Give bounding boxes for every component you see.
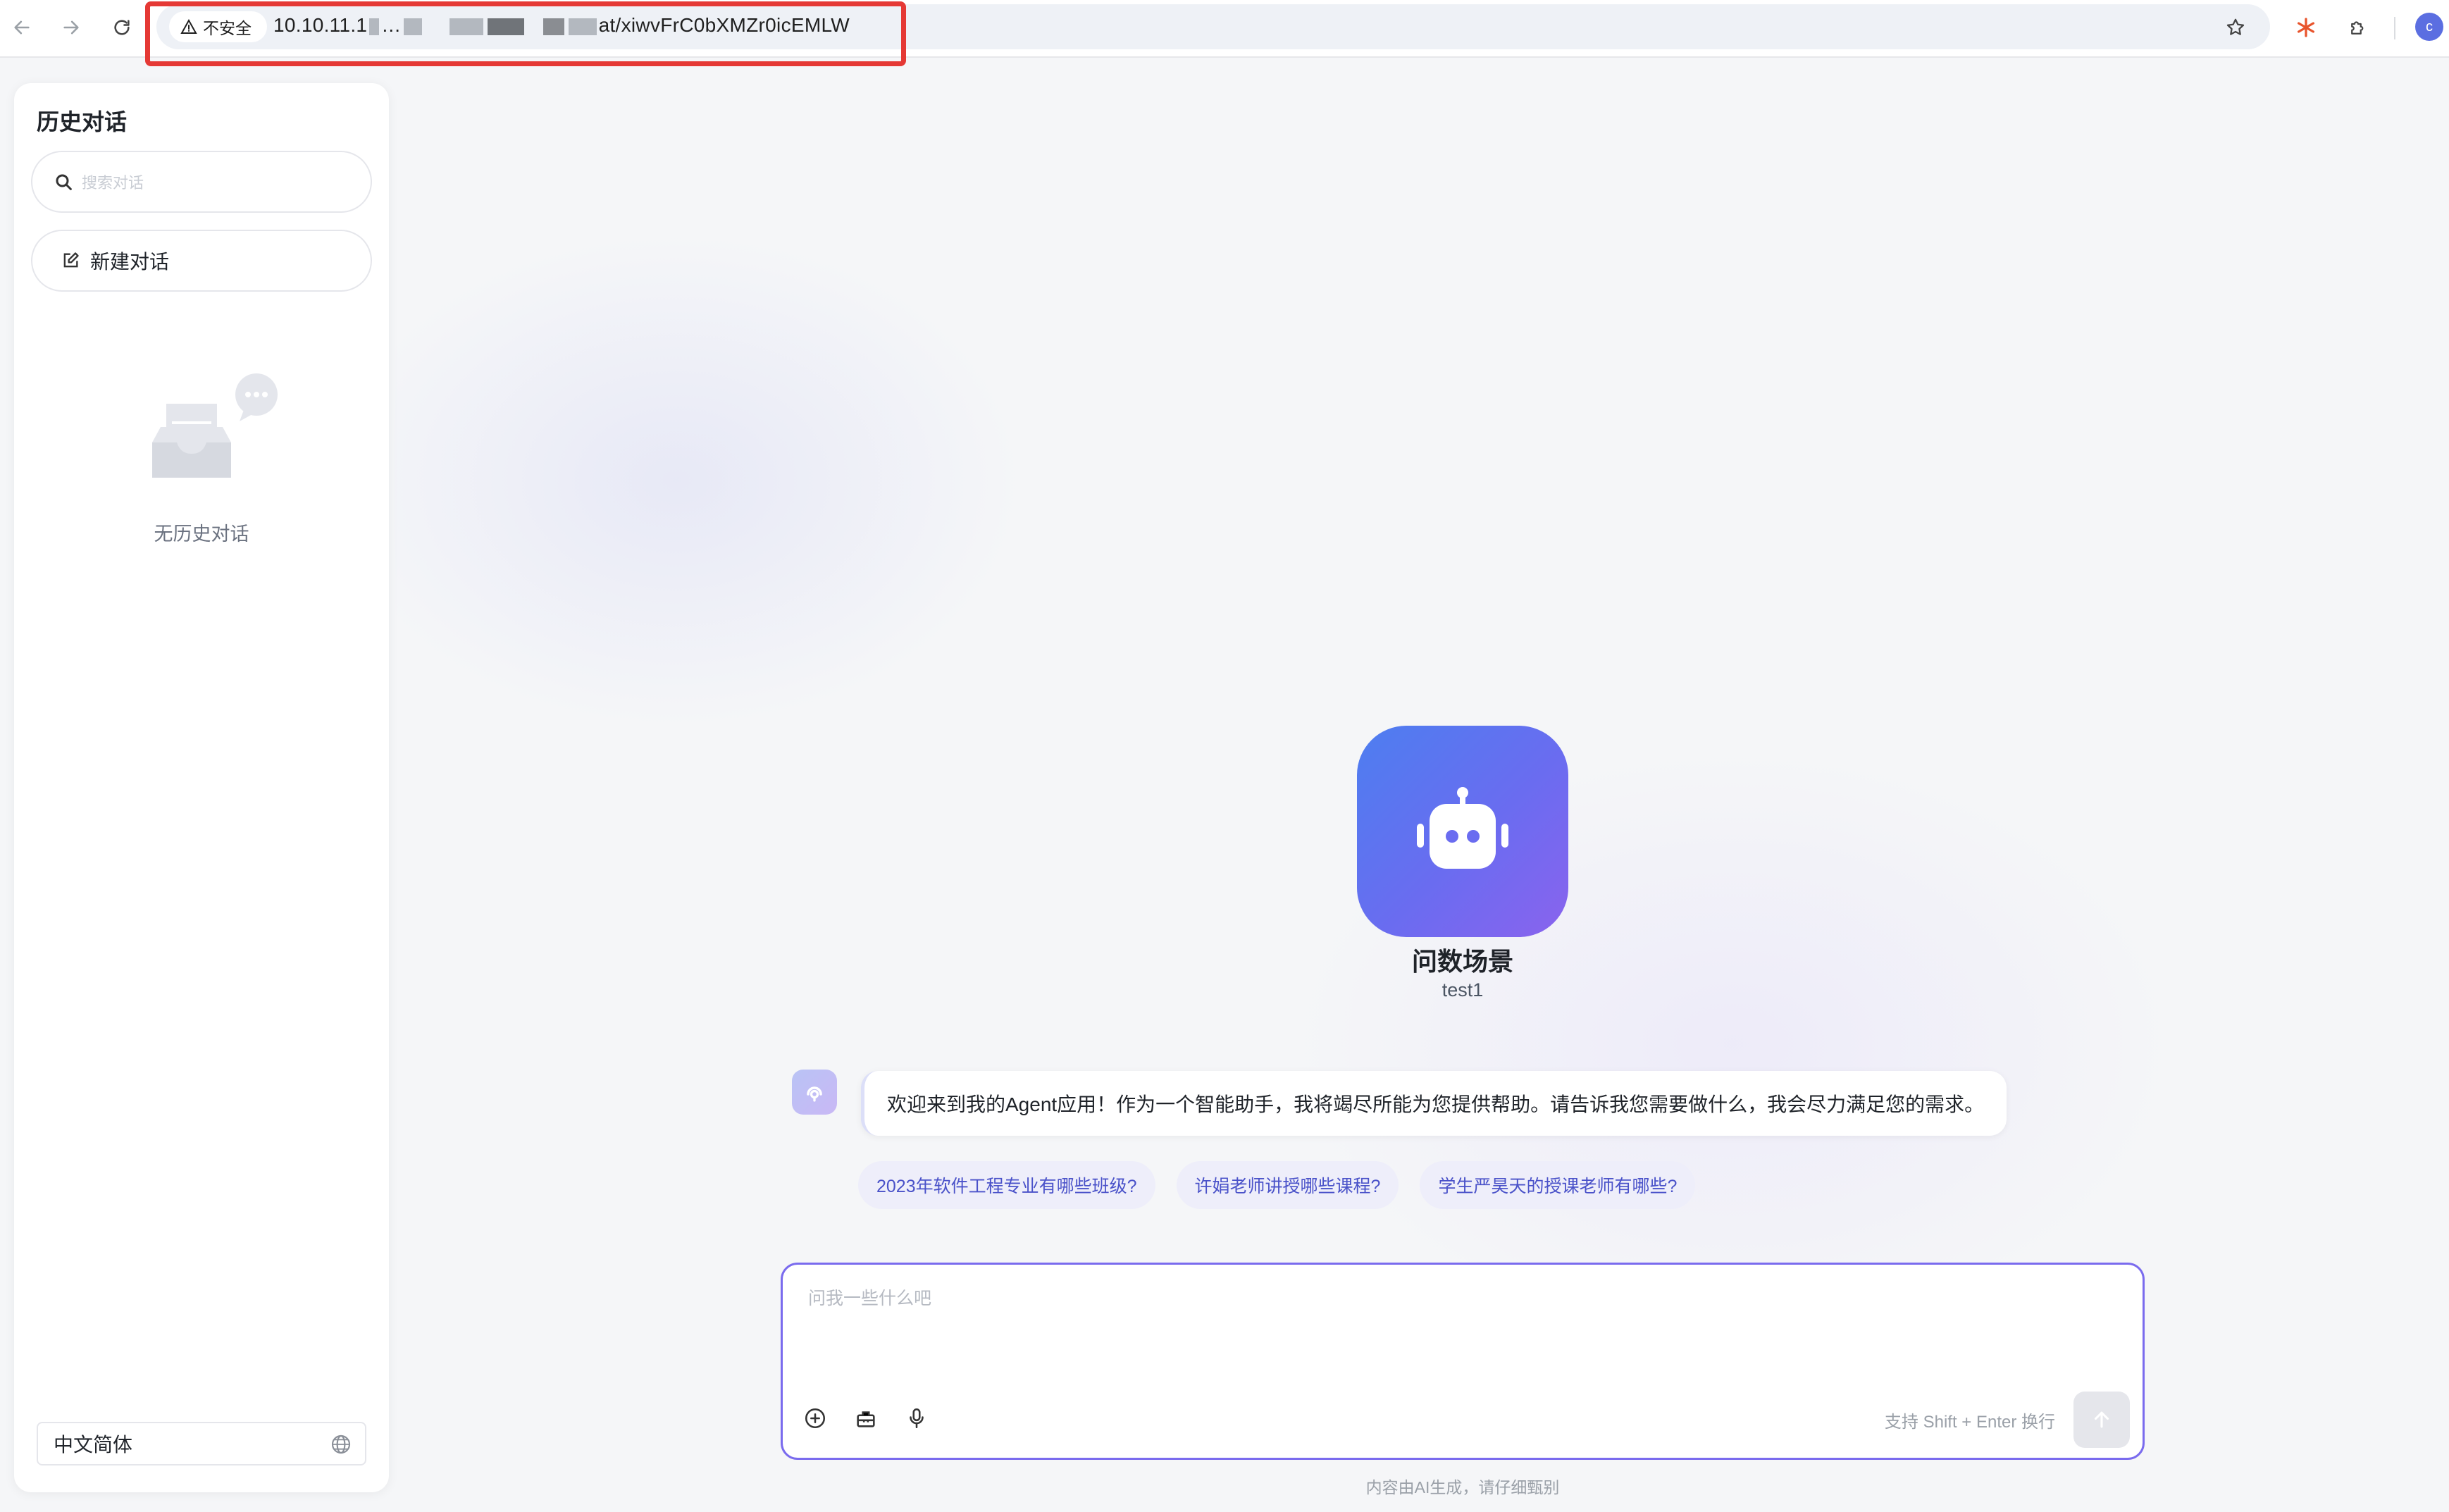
edit-icon (63, 252, 79, 268)
extensions-menu-button[interactable] (2340, 10, 2376, 45)
globe-icon (331, 1434, 351, 1454)
star-icon (2226, 18, 2245, 35)
search-icon (56, 174, 72, 190)
tools-button[interactable] (850, 1403, 881, 1434)
arrow-left-icon (14, 20, 30, 35)
profile-avatar[interactable]: c (2415, 13, 2443, 41)
ai-disclaimer: 内容由AI生成，请仔细甄别 (1365, 1478, 1560, 1496)
assistant-icon (807, 1086, 822, 1102)
toolbar-divider (2394, 17, 2395, 39)
suggestion-chip[interactable]: 学生严昊天的授课老师有哪些? (1420, 1161, 1696, 1209)
new-chat-button[interactable]: 新建对话 (31, 230, 372, 292)
app-avatar (1357, 726, 1568, 937)
microphone-icon (910, 1408, 924, 1429)
url-highlight-box (145, 1, 906, 66)
plus-circle-icon (805, 1408, 826, 1429)
suggestion-chip[interactable]: 许娟老师讲授哪些课程? (1176, 1161, 1399, 1209)
arrow-right-icon (63, 20, 79, 35)
empty-inbox-icon (152, 373, 278, 478)
sidebar-title: 历史对话 (37, 109, 128, 135)
puzzle-icon (2351, 21, 2364, 35)
chat-composer: 支持 Shift + Enter 换行 (781, 1263, 2145, 1460)
browser-toolbar: 不安全 10.10.11.1… at/xiwvFrC0bXMZr0icEMLW c (0, 0, 2449, 66)
attach-button[interactable] (800, 1403, 831, 1434)
assistant-avatar (792, 1070, 837, 1115)
language-select[interactable]: 中文简体 (37, 1422, 366, 1465)
empty-history-text: 无历史对话 (154, 523, 249, 545)
app-name: 问数场景 (1411, 947, 1513, 976)
extension-button[interactable] (2288, 10, 2324, 45)
reload-icon (114, 20, 130, 35)
suggestion-list: 2023年软件工程专业有哪些班级? 许娟老师讲授哪些课程? 学生严昊天的授课老师… (858, 1161, 1696, 1209)
language-value: 中文简体 (54, 1434, 133, 1456)
history-sidebar: 历史对话 新建对话 无历史对话 中文简体 (14, 83, 389, 1492)
welcome-message: 欢迎来到我的Agent应用！作为一个智能助手，我将竭尽所能为您提供帮助。请告诉我… (861, 1071, 2007, 1136)
newline-hint: 支持 Shift + Enter 换行 (1884, 1413, 2055, 1432)
history-search[interactable] (31, 151, 372, 213)
search-input[interactable] (82, 168, 349, 199)
back-button[interactable] (4, 10, 39, 45)
robot-icon (1417, 787, 1508, 869)
reload-button[interactable] (104, 10, 140, 45)
forward-button[interactable] (54, 10, 89, 45)
suggestion-chip[interactable]: 2023年软件工程专业有哪些班级? (858, 1161, 1155, 1209)
message-input[interactable] (808, 1284, 2119, 1369)
toolbox-icon (857, 1411, 875, 1427)
voice-input-button[interactable] (901, 1403, 932, 1434)
new-chat-label: 新建对话 (90, 251, 170, 273)
arrow-up-icon (2094, 1411, 2109, 1428)
send-button[interactable] (2073, 1392, 2130, 1448)
app-subtitle: test1 (1442, 979, 1484, 1000)
bookmark-star-button[interactable] (2218, 10, 2253, 45)
asterisk-extension-icon (2298, 18, 2314, 37)
